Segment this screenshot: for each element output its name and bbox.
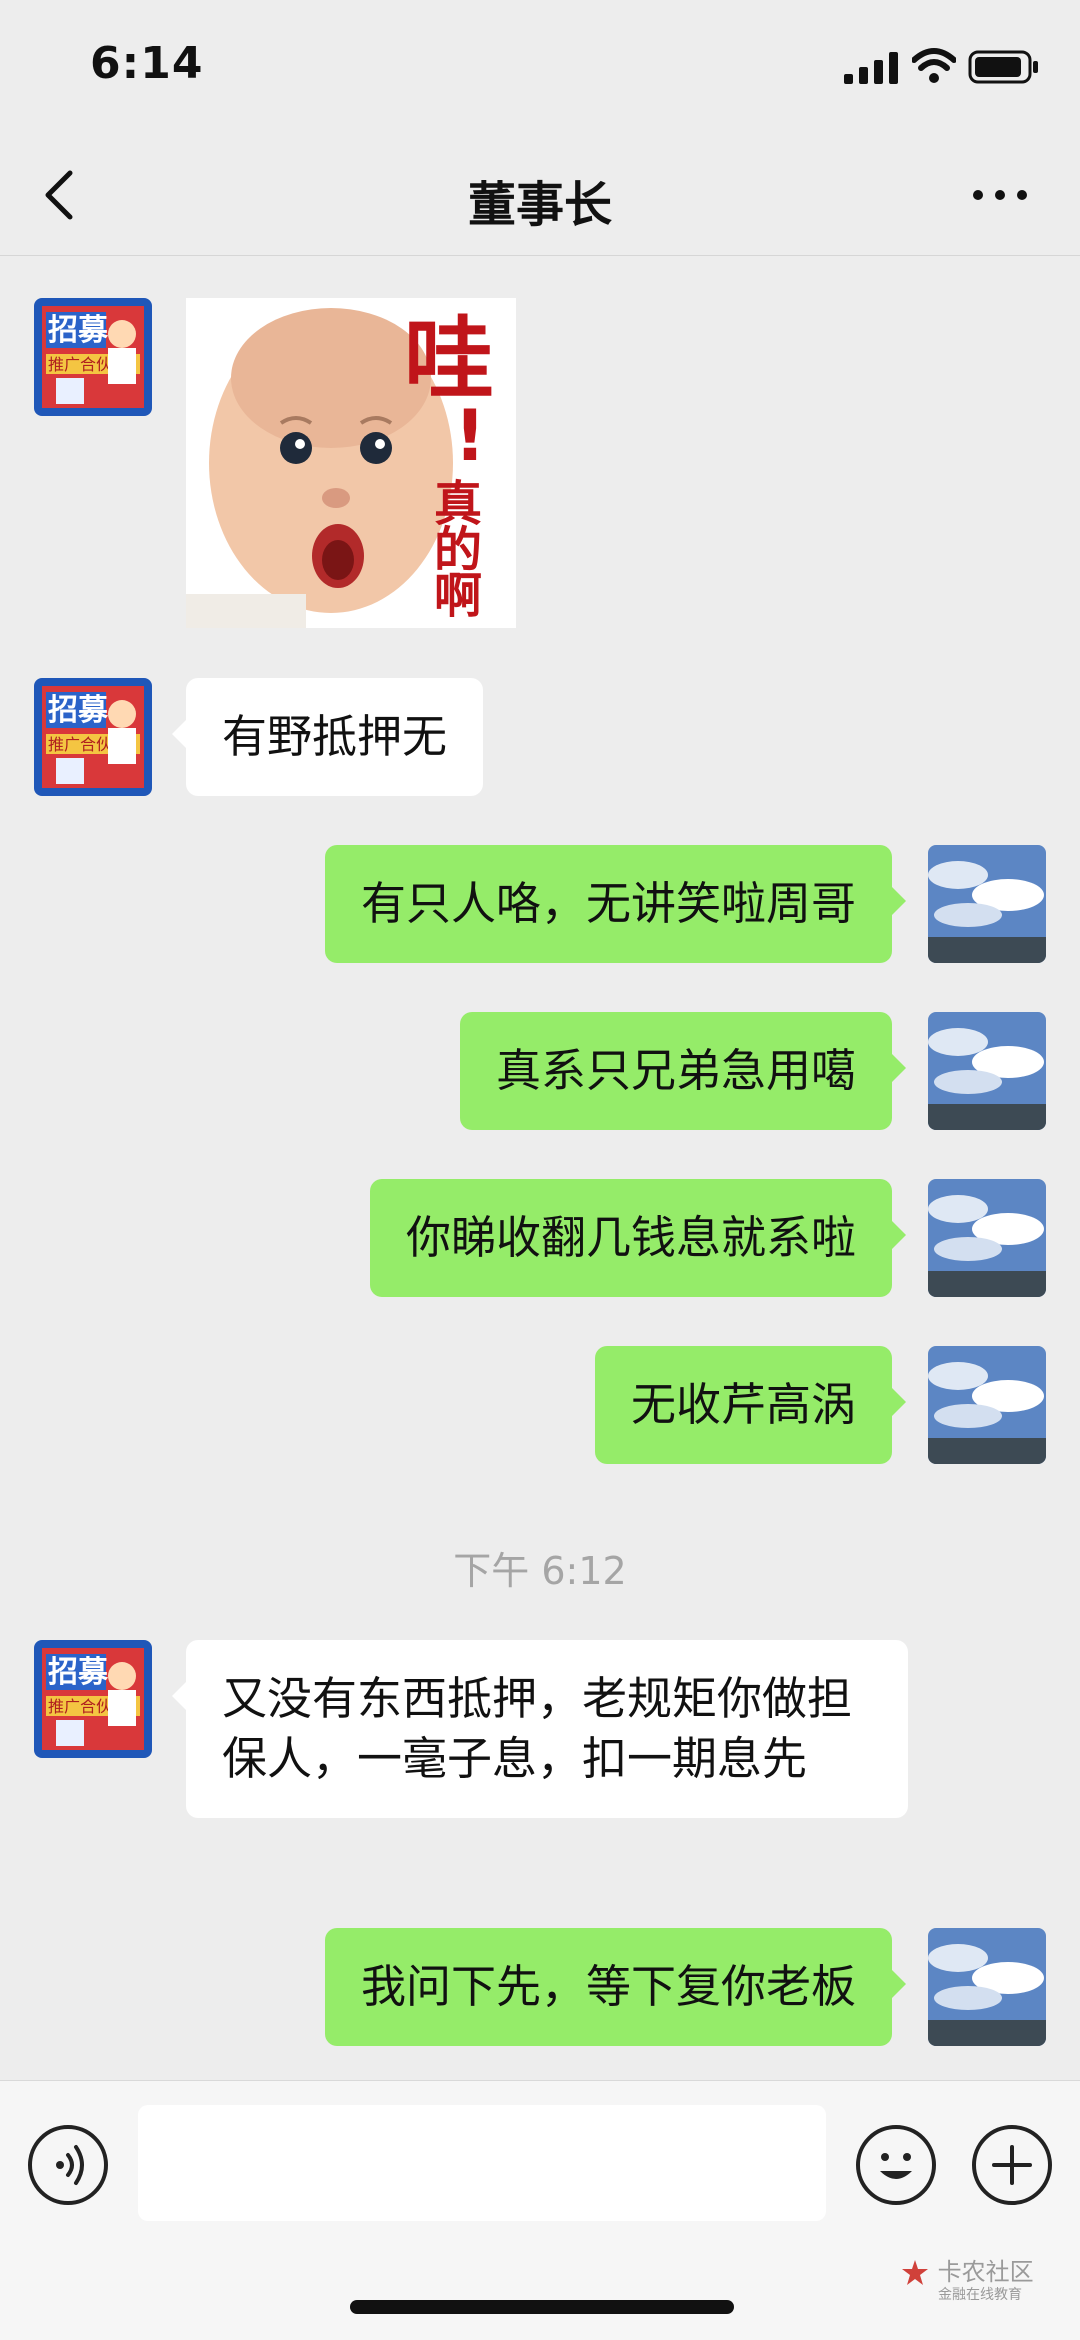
status-time: 6:14 xyxy=(90,38,204,89)
my-avatar[interactable] xyxy=(928,1346,1046,1464)
avatar-text-1: 招募 xyxy=(48,313,109,348)
voice-icon xyxy=(56,2145,84,2185)
more-actions-button[interactable] xyxy=(972,2125,1052,2205)
contact-avatar[interactable]: 招募 推广合伙人 xyxy=(34,678,152,796)
avatar-text-1: 招募 xyxy=(48,693,109,728)
smiley-icon xyxy=(880,2153,912,2179)
more-icon[interactable] xyxy=(970,185,1030,205)
message-bubble-out[interactable]: 我问下先，等下复你老板 xyxy=(324,1928,907,2046)
sky-photo-icon xyxy=(928,1346,1046,1464)
sky-photo-icon xyxy=(928,1928,1046,2046)
sticker-line-3: 啊 xyxy=(434,568,482,624)
plus-icon xyxy=(992,2145,1032,2185)
watermark-logo-icon xyxy=(902,2260,928,2285)
my-avatar[interactable] xyxy=(928,1179,1046,1297)
message-bubble-out[interactable]: 真系只兄弟急用噶 xyxy=(459,1012,907,1130)
contact-avatar[interactable]: 招募 推广合伙人 xyxy=(34,1640,152,1758)
emoji-button[interactable] xyxy=(856,2125,936,2205)
recruit-poster-icon: 招募 推广合伙人 xyxy=(34,1640,152,1758)
message-bubble-out[interactable]: 有只人咯，无讲笑啦周哥 xyxy=(324,845,907,963)
voice-button[interactable] xyxy=(28,2125,108,2205)
sticker-exclaim: ! xyxy=(454,395,486,477)
battery-icon xyxy=(968,50,1038,84)
wow-sticker[interactable]: 哇 ! 真 的 啊 xyxy=(186,298,516,628)
message-timestamp: 下午 6:12 xyxy=(453,1549,627,1593)
avatar-text-1: 招募 xyxy=(48,1655,109,1690)
contact-avatar[interactable]: 招募 推广合伙人 xyxy=(34,298,152,416)
message-bubble-in[interactable]: 有野抵押无 xyxy=(171,678,484,796)
chat-title: 董事长 xyxy=(467,177,612,233)
recruit-poster-icon: 招募 推广合伙人 xyxy=(34,298,152,416)
home-indicator xyxy=(350,2300,734,2314)
my-avatar[interactable] xyxy=(928,1928,1046,2046)
watermark-name: 卡农社区 xyxy=(937,2258,1034,2286)
recruit-poster-icon: 招募 推广合伙人 xyxy=(34,678,152,796)
my-avatar[interactable] xyxy=(928,845,1046,963)
status-bar: 6:14 xyxy=(0,0,1080,135)
nav-bar: 董事长 xyxy=(0,135,1080,256)
sky-photo-icon xyxy=(928,1012,1046,1130)
watermark-sub: 金融在线教育 xyxy=(938,2287,1022,2303)
signal-icon xyxy=(844,52,898,84)
watermark: 卡农社区 金融在线教育 xyxy=(900,2252,1034,2304)
wifi-icon xyxy=(912,48,956,83)
sky-photo-icon xyxy=(928,845,1046,963)
message-input[interactable] xyxy=(138,2105,826,2221)
message-bubble-in[interactable]: 又没有东西抵押，老规矩你做担保人，一毫子息，扣一期息先 xyxy=(172,1640,908,1818)
sky-photo-icon xyxy=(928,1179,1046,1297)
message-bubble-out[interactable]: 你睇收翻几钱息就系啦 xyxy=(369,1179,907,1297)
message-bubble-out[interactable]: 无收芹高涡 xyxy=(594,1346,907,1464)
my-avatar[interactable] xyxy=(928,1012,1046,1130)
